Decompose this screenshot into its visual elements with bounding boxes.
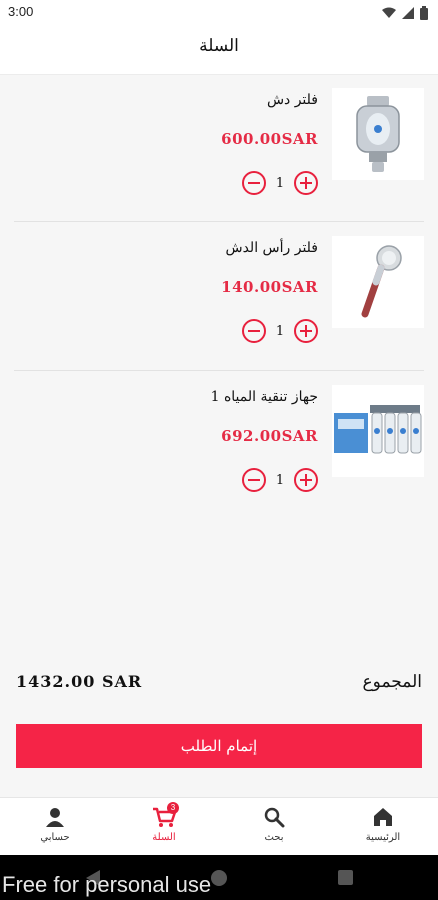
app-bar: السلة xyxy=(0,26,438,75)
recents-icon[interactable] xyxy=(338,870,353,885)
home-circle-icon[interactable] xyxy=(210,869,228,887)
decrease-quantity-button[interactable] xyxy=(242,171,266,195)
nav-account[interactable]: حسابي xyxy=(20,806,90,852)
nav-cart-label: السلة xyxy=(152,832,176,843)
nav-account-label: حسابي xyxy=(40,832,70,843)
order-total: 1432.00 SAR المجموع xyxy=(16,668,422,698)
product-name[interactable]: جهاز تنقية المياه 1 xyxy=(211,389,318,405)
nav-search[interactable]: بحث xyxy=(239,806,309,852)
product-price: 140.00SAR xyxy=(221,278,318,296)
nav-cart[interactable]: 3 السلة xyxy=(129,802,199,852)
cart-item: جهاز تنقية المياه 1 692.00SAR 1 xyxy=(0,371,438,519)
increase-quantity-button[interactable] xyxy=(294,171,318,195)
product-name[interactable]: فلتر رأس الدش xyxy=(225,240,318,256)
increase-quantity-button[interactable] xyxy=(294,319,318,343)
status-icons xyxy=(382,5,428,21)
checkout-button[interactable]: إتمام الطلب xyxy=(16,724,422,768)
watermark-text: Free for personal use xyxy=(2,872,212,897)
wifi-icon xyxy=(382,7,396,18)
cart-badge: 3 xyxy=(167,802,179,814)
home-icon xyxy=(374,808,392,826)
battery-icon xyxy=(420,6,428,20)
nav-home[interactable]: الرئيسية xyxy=(348,806,418,852)
total-value: 1432.00 SAR xyxy=(16,672,143,691)
quantity-stepper: 1 xyxy=(242,170,318,196)
status-bar: 3:00 xyxy=(0,0,438,26)
product-price: 600.00SAR xyxy=(221,130,318,148)
quantity-value: 1 xyxy=(275,472,285,488)
status-time: 3:00 xyxy=(8,4,34,19)
quantity-stepper: 1 xyxy=(242,318,318,344)
page-title: السلة xyxy=(199,36,239,56)
shower-head-image xyxy=(361,245,402,318)
increase-quantity-button[interactable] xyxy=(294,468,318,492)
product-name[interactable]: فلتر دش xyxy=(267,92,318,108)
quantity-value: 1 xyxy=(275,323,285,339)
decrease-quantity-button[interactable] xyxy=(242,468,266,492)
bottom-navigation: حسابي 3 السلة بحث الرئيسية xyxy=(0,797,438,856)
shower-filter-image xyxy=(356,96,400,172)
product-image xyxy=(332,385,424,477)
decrease-quantity-button[interactable] xyxy=(242,319,266,343)
cart-item: فلتر دش 600.00SAR 1 xyxy=(0,74,438,222)
product-image xyxy=(332,88,424,180)
total-label: المجموع xyxy=(362,672,422,692)
nav-home-label: الرئيسية xyxy=(365,832,401,843)
quantity-value: 1 xyxy=(275,175,285,191)
product-image xyxy=(332,236,424,328)
quantity-stepper: 1 xyxy=(242,467,318,493)
nav-search-label: بحث xyxy=(264,832,284,843)
search-icon xyxy=(264,807,285,828)
product-price: 692.00SAR xyxy=(221,427,318,445)
person-icon xyxy=(46,808,64,827)
signal-icon xyxy=(402,7,414,19)
water-purifier-image xyxy=(334,405,422,454)
cart-item: فلتر رأس الدش 140.00SAR 1 xyxy=(0,222,438,370)
